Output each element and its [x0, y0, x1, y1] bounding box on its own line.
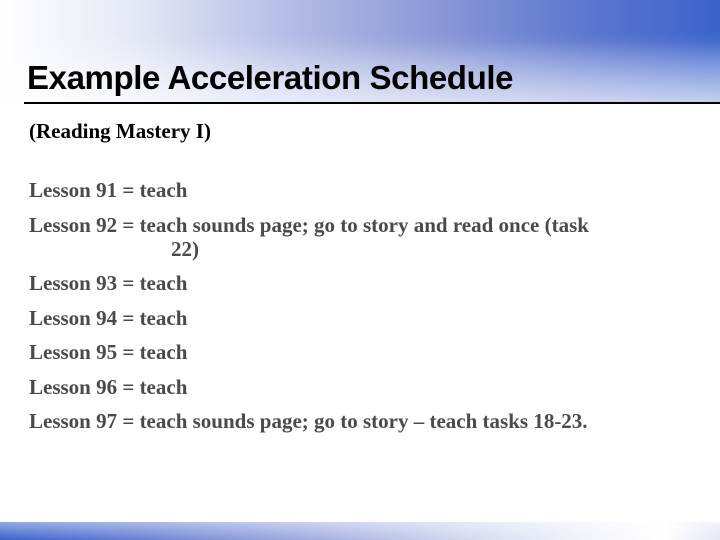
- lesson-text: Lesson 96 = teach: [29, 374, 188, 399]
- slide: Example Acceleration Schedule (Reading M…: [0, 0, 720, 540]
- lesson-item: Lesson 92 = teach sounds page; go to sto…: [29, 213, 589, 261]
- lesson-text: Lesson 92 = teach sounds page; go to sto…: [29, 212, 589, 237]
- lesson-text: Lesson 97 = teach sounds page; go to sto…: [29, 409, 588, 433]
- lesson-list: Lesson 91 = teach Lesson 92 = teach soun…: [29, 178, 589, 444]
- lesson-text: Lesson 94 = teach: [29, 305, 188, 330]
- lesson-text: Lesson 93 = teach: [29, 271, 188, 295]
- lesson-item: Lesson 96 = teach: [29, 375, 589, 399]
- lesson-item: Lesson 91 = teach: [29, 178, 589, 202]
- footer-gradient-band: [0, 522, 720, 540]
- lesson-item: Lesson 95 = teach: [29, 340, 589, 364]
- lesson-text: Lesson 91 = teach: [29, 178, 188, 202]
- lesson-item: Lesson 97 = teach sounds page; go to sto…: [29, 409, 589, 433]
- lesson-item: Lesson 94 = teach: [29, 306, 589, 330]
- lesson-item: Lesson 93 = teach: [29, 271, 589, 295]
- title-divider: [24, 102, 720, 104]
- lesson-text: Lesson 95 = teach: [29, 340, 188, 364]
- slide-subtitle: (Reading Mastery I): [29, 119, 211, 143]
- lesson-text-continuation: 22): [171, 236, 199, 261]
- slide-title: Example Acceleration Schedule: [27, 59, 514, 96]
